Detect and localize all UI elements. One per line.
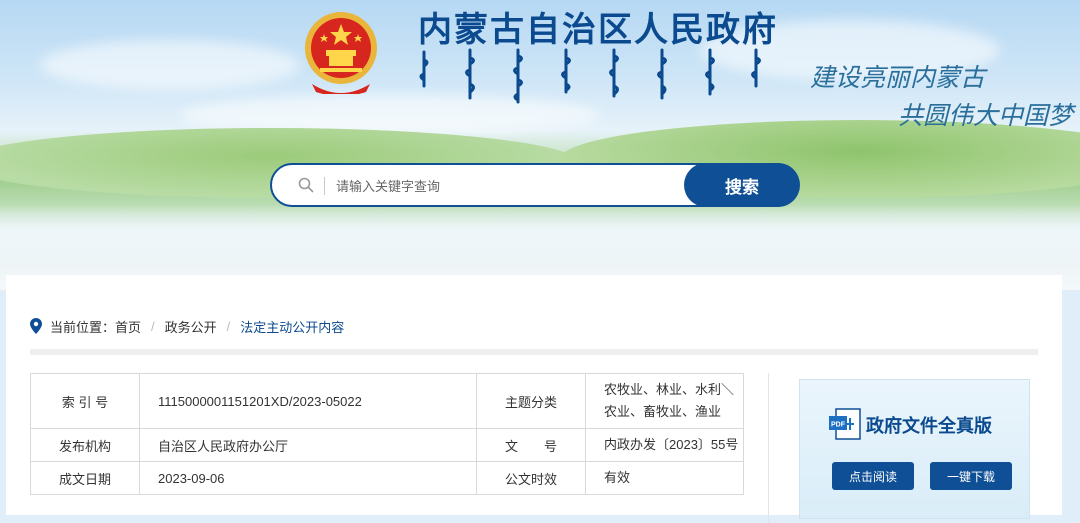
index-number-value: 1115000001151201XD/2023-05022 [139, 373, 477, 429]
mongolian-script-logo [419, 48, 761, 104]
index-number-label: 索 引 号 [30, 373, 140, 429]
breadcrumb-separator: / [151, 318, 155, 334]
search-input[interactable] [334, 173, 678, 199]
location-pin-icon [30, 318, 42, 334]
full-text-document-panel: PDF 政府文件全真版 点击阅读 一键下载 [799, 379, 1030, 519]
breadcrumb-home[interactable]: 首页 [115, 317, 141, 336]
validity-value: 有效 [585, 461, 744, 495]
download-document-button[interactable]: 一键下载 [930, 462, 1012, 490]
read-document-button[interactable]: 点击阅读 [832, 462, 914, 490]
breadcrumb-prefix: 当前位置： [50, 319, 116, 335]
svg-text:PDF: PDF [831, 422, 846, 429]
site-title: 内蒙古自治区人民政府 [418, 10, 778, 50]
search-button[interactable]: 搜索 [684, 163, 800, 207]
doc-number-value: 内政办发〔2023〕55号 [585, 428, 744, 462]
column-divider [768, 373, 769, 523]
document-panel-title: 政府文件全真版 [866, 416, 992, 437]
issuer-label: 发布机构 [30, 428, 140, 462]
topic-category-label: 主题分类 [476, 373, 586, 429]
search-bar: 搜索 [270, 163, 800, 207]
search-icon [298, 177, 314, 193]
header-banner: 内蒙古自治区人民政府 建设亮丽内蒙古 共圆伟大中国梦 搜索 [0, 0, 1080, 290]
doc-number-label: 文 号 [476, 428, 586, 462]
slogan-line-2: 共圆伟大中国梦 [898, 101, 1074, 130]
slogan-line-1: 建设亮丽内蒙古 [810, 63, 986, 92]
breadcrumb-gov-affairs[interactable]: 政务公开 [165, 317, 217, 336]
pdf-file-icon: PDF [829, 408, 861, 440]
written-date-value: 2023-09-06 [139, 461, 477, 495]
validity-label: 公文时效 [476, 461, 586, 495]
national-emblem-icon [305, 12, 377, 94]
breadcrumb-separator: / [226, 318, 231, 334]
content-card: 当前位置： 首页 / 政务公开 / 法定主动公开内容 索 引 号 1115000… [6, 275, 1062, 523]
breadcrumb-current[interactable]: 法定主动公开内容 [240, 317, 344, 336]
document-metadata-table: 索 引 号 1115000001151201XD/2023-05022 主题分类… [30, 373, 744, 495]
topic-category-value: 农牧业、林业、水利＼ 农业、畜牧业、渔业 [585, 373, 744, 429]
search-divider [324, 177, 325, 195]
breadcrumb-divider [30, 349, 1038, 355]
written-date-label: 成文日期 [30, 461, 140, 495]
breadcrumb: 当前位置： 首页 / 政务公开 / 法定主动公开内容 [30, 317, 344, 335]
table-row: 成文日期 2023-09-06 公文时效 有效 [30, 461, 744, 495]
table-row: 索 引 号 1115000001151201XD/2023-05022 主题分类… [30, 373, 744, 429]
issuer-value: 自治区人民政府办公厅 [139, 428, 477, 462]
table-row: 发布机构 自治区人民政府办公厅 文 号 内政办发〔2023〕55号 [30, 428, 744, 462]
